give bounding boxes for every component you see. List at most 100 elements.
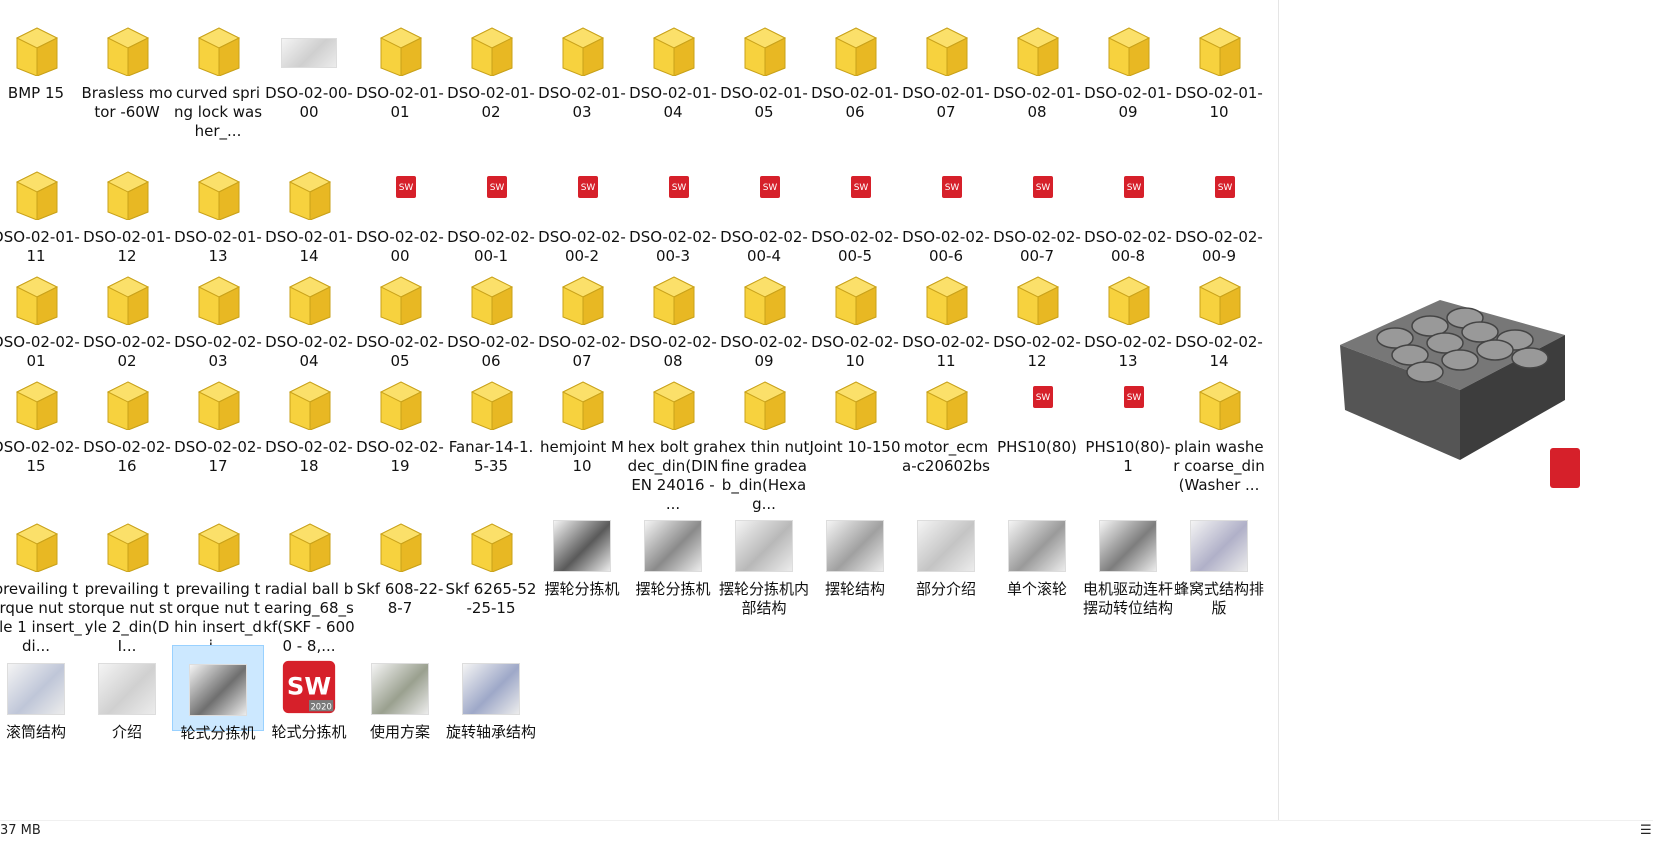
folder-item[interactable]: DSO-02-02-05 [354, 255, 446, 375]
folder-icon [825, 18, 885, 78]
folder-item[interactable]: Brasless motor -60W [81, 6, 173, 126]
folder-item[interactable]: DSO-02-02-10 [809, 255, 901, 375]
folder-icon [1007, 18, 1067, 78]
solidworks-file-icon: SW [734, 162, 794, 222]
folder-item[interactable]: DSO-02-01-09 [1082, 6, 1174, 126]
file-item[interactable]: 蜂窝式结构排版 [1173, 502, 1265, 622]
folder-item[interactable]: DSO-02-01-11 [0, 150, 82, 270]
folder-item[interactable]: DSO-02-01-08 [991, 6, 1083, 126]
folder-item[interactable]: DSO-02-01-13 [172, 150, 264, 270]
folder-item[interactable]: curved spring lock washer_... [172, 6, 264, 140]
folder-item[interactable]: DSO-02-02-15 [0, 360, 82, 480]
folder-item[interactable]: hex bolt gradec_din(DIN EN 24016 - ... [627, 360, 719, 513]
folder-item[interactable]: prevailing torque nut thin insert_di... [172, 502, 264, 655]
folder-item[interactable]: DSO-02-01-14 [263, 150, 355, 270]
file-item[interactable]: 旋转轴承结构 [445, 645, 537, 765]
folder-item[interactable]: DSO-02-02-04 [263, 255, 355, 375]
folder-item[interactable]: DSO-02-02-02 [81, 255, 173, 375]
file-item[interactable]: SW DSO-02-02-00-6 [900, 150, 992, 270]
folder-item[interactable]: DSO-02-02-12 [991, 255, 1083, 375]
folder-item[interactable]: prevailing torque nut style 2_din(DI... [81, 502, 173, 655]
folder-item[interactable]: DSO-02-02-16 [81, 360, 173, 480]
folder-item[interactable]: DSO-02-02-13 [1082, 255, 1174, 375]
image-thumbnail-icon [552, 514, 612, 574]
file-item[interactable]: 介绍 [81, 645, 173, 765]
file-item[interactable]: 电机驱动连杆摆动转位结构 [1082, 502, 1174, 622]
item-label: 摆轮分拣机 [635, 580, 711, 598]
svg-text:SW: SW [1127, 183, 1142, 193]
folder-item[interactable]: Skf 608-22-8-7 [354, 502, 446, 622]
folder-item[interactable]: DSO-02-02-17 [172, 360, 264, 480]
folder-item[interactable]: plain washer coarse_din(Washer ... [1173, 360, 1265, 494]
folder-item[interactable]: DSO-02-01-05 [718, 6, 810, 126]
file-item[interactable]: DSO-02-00-00 [263, 6, 355, 126]
folder-item[interactable]: DSO-02-02-03 [172, 255, 264, 375]
image-thumbnail-icon [825, 514, 885, 574]
folder-item[interactable]: motor_ecma-c20602bs [900, 360, 992, 480]
details-view-icon[interactable]: ☰ [1640, 823, 1652, 838]
folder-item[interactable]: DSO-02-02-09 [718, 255, 810, 375]
file-item[interactable]: 摆轮分拣机内部结构 [718, 502, 810, 622]
file-item[interactable]: 轮式分拣机 [172, 645, 264, 742]
file-item[interactable]: 滚筒结构 [0, 645, 82, 765]
file-item[interactable]: SW DSO-02-02-00-3 [627, 150, 719, 270]
folder-item[interactable]: DSO-02-01-02 [445, 6, 537, 126]
folder-item[interactable]: DSO-02-01-10 [1173, 6, 1265, 126]
file-item[interactable]: 摆轮分拣机 [536, 502, 628, 622]
folder-item[interactable]: DSO-02-02-06 [445, 255, 537, 375]
file-item[interactable]: SW DSO-02-02-00 [354, 150, 446, 270]
folder-item[interactable]: DSO-02-02-14 [1173, 255, 1265, 375]
item-label: DSO-02-00-00 [265, 84, 353, 121]
file-item[interactable]: SW PHS10(80) [991, 360, 1083, 480]
folder-icon [916, 18, 976, 78]
folder-item[interactable]: Skf 6265-52-25-15 [445, 502, 537, 622]
file-item[interactable]: SW PHS10(80)-1 [1082, 360, 1174, 480]
file-item[interactable]: 单个滚轮 [991, 502, 1083, 622]
svg-text:SW: SW [763, 183, 778, 193]
folder-item[interactable]: DSO-02-02-01 [0, 255, 82, 375]
folder-item[interactable]: radial ball bearing_68_skf(SKF - 6000 - … [263, 502, 355, 655]
folder-item[interactable]: DSO-02-02-07 [536, 255, 628, 375]
image-thumbnail-icon [1007, 514, 1067, 574]
folder-item[interactable]: DSO-02-01-04 [627, 6, 719, 126]
pane-divider[interactable] [1278, 0, 1279, 820]
folder-item[interactable]: Joint 10-150 [809, 360, 901, 480]
item-label: hemjoint M10 [540, 438, 624, 475]
file-item[interactable]: SW DSO-02-02-00-2 [536, 150, 628, 270]
item-label: DSO-02-02-19 [356, 438, 444, 475]
item-label: Skf 6265-52-25-15 [445, 580, 537, 617]
folder-icon [6, 514, 66, 574]
folder-icon [916, 267, 976, 327]
file-item[interactable]: SW 2020 轮式分拣机 [263, 645, 355, 765]
file-item[interactable]: SW DSO-02-02-00-7 [991, 150, 1083, 270]
folder-item[interactable]: DSO-02-01-07 [900, 6, 992, 126]
status-selected-size: 37 MB [0, 823, 41, 838]
file-item[interactable]: 摆轮结构 [809, 502, 901, 622]
file-item[interactable]: SW DSO-02-02-00-5 [809, 150, 901, 270]
file-item[interactable]: 摆轮分拣机 [627, 502, 719, 622]
item-label: DSO-02-01-08 [993, 84, 1081, 121]
folder-icon [370, 372, 430, 432]
item-label: 使用方案 [369, 723, 430, 741]
folder-item[interactable]: DSO-02-01-06 [809, 6, 901, 126]
folder-item[interactable]: DSO-02-01-01 [354, 6, 446, 126]
folder-item[interactable]: DSO-02-02-19 [354, 360, 446, 480]
folder-item[interactable]: DSO-02-02-11 [900, 255, 992, 375]
folder-item[interactable]: DSO-02-01-03 [536, 6, 628, 126]
folder-item[interactable]: hemjoint M10 [536, 360, 628, 480]
folder-item[interactable]: Fanar-14-1.5-35 [445, 360, 537, 480]
file-item[interactable]: SW DSO-02-02-00-9 [1173, 150, 1265, 270]
file-item[interactable]: SW DSO-02-02-00-4 [718, 150, 810, 270]
solidworks-file-icon: SW [1189, 162, 1249, 222]
folder-item[interactable]: hex thin nut fine gradeab_din(Hexag... [718, 360, 810, 513]
folder-item[interactable]: DSO-02-02-08 [627, 255, 719, 375]
folder-item[interactable]: BMP 15 [0, 6, 82, 126]
folder-item[interactable]: DSO-02-01-12 [81, 150, 173, 270]
file-item[interactable]: 部分介绍 [900, 502, 992, 622]
folder-item[interactable]: prevailing torque nut style 1 insert_di.… [0, 502, 82, 655]
folder-icon [461, 514, 521, 574]
file-item[interactable]: 使用方案 [354, 645, 446, 765]
file-item[interactable]: SW DSO-02-02-00-1 [445, 150, 537, 270]
file-item[interactable]: SW DSO-02-02-00-8 [1082, 150, 1174, 270]
folder-item[interactable]: DSO-02-02-18 [263, 360, 355, 480]
